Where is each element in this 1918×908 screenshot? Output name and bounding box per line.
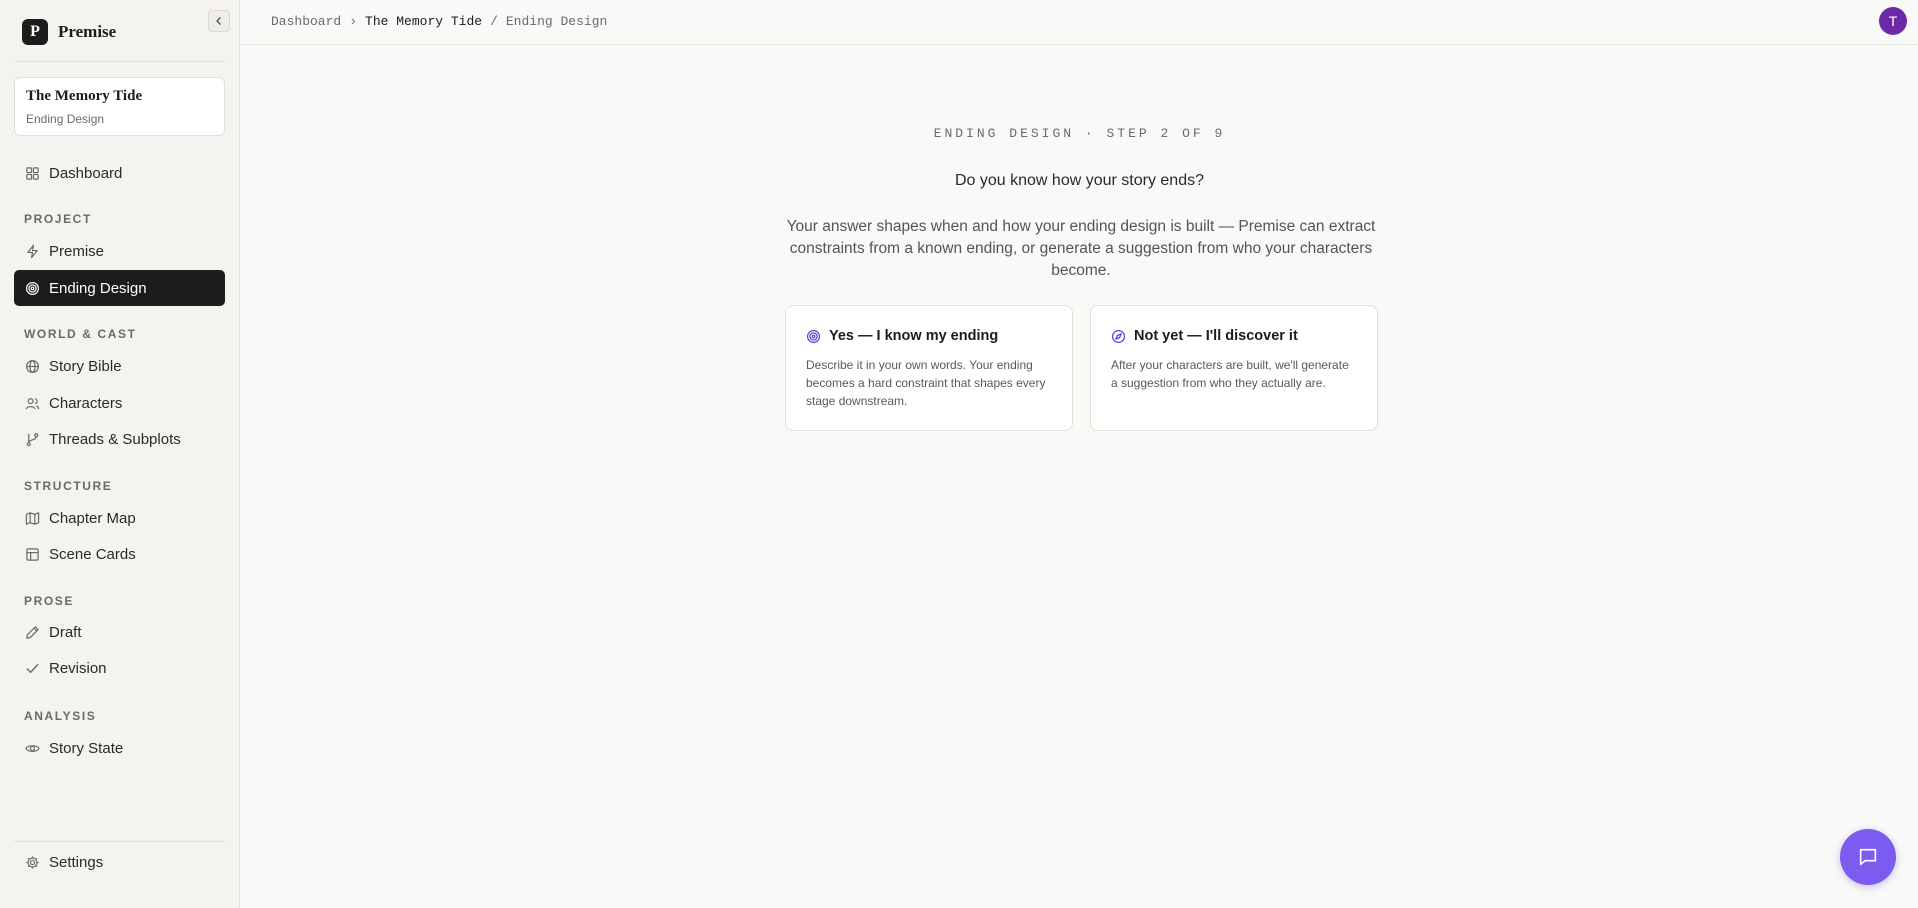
breadcrumb-separator: › (349, 14, 358, 29)
brand-name: Premise (58, 22, 117, 41)
sidebar-item-story-bible[interactable]: Story Bible (14, 348, 225, 384)
sidebar-divider (14, 61, 225, 62)
sidebar-item-label: Draft (49, 623, 82, 641)
breadcrumb-page: Ending Design (505, 14, 608, 29)
choice-discover-ending[interactable]: Not yet — I'll discover it After your ch… (1090, 305, 1378, 431)
breadcrumb: Dashboard › The Memory Tide / Ending Des… (271, 14, 607, 29)
avatar[interactable]: T (1879, 7, 1907, 35)
page-explanation: Your answer shapes when and how your end… (786, 218, 1376, 279)
collapse-sidebar-button[interactable] (208, 10, 230, 32)
section-label-analysis: ANALYSIS (24, 709, 97, 723)
git-branch-icon (24, 431, 40, 447)
sidebar-item-label: Ending Design (49, 279, 147, 297)
page-question: Do you know how your story ends? (954, 172, 1204, 189)
sidebar-item-label: Story State (49, 739, 124, 757)
map-icon (24, 510, 40, 526)
pen-icon (24, 624, 40, 640)
gear-icon (24, 854, 40, 870)
sidebar-item-premise[interactable]: Premise (14, 233, 225, 269)
sidebar-item-label: Revision (49, 659, 107, 677)
choice-title: Not yet — I'll discover it (1134, 328, 1298, 344)
target-icon (24, 280, 40, 296)
sidebar-item-draft[interactable]: Draft (14, 614, 225, 650)
chat-button[interactable] (1840, 829, 1896, 885)
sidebar-item-ending-design[interactable]: Ending Design (14, 270, 225, 306)
choice-header: Yes — I know my ending (806, 328, 1052, 344)
sidebar-item-revision[interactable]: Revision (14, 650, 225, 686)
sidebar-item-characters[interactable]: Characters (14, 385, 225, 421)
sidebar-item-label: Chapter Map (49, 509, 136, 527)
sidebar-item-label: Dashboard (49, 164, 123, 182)
project-subtitle: Ending Design (26, 112, 105, 126)
main-content: ENDING DESIGN · STEP 2 OF 9 Do you know … (241, 46, 1918, 908)
breadcrumb-separator: / (490, 14, 498, 29)
section-label-project: PROJECT (24, 212, 92, 226)
choice-know-ending[interactable]: Yes — I know my ending Describe it in yo… (785, 305, 1073, 431)
sidebar-item-label: Settings (49, 853, 104, 871)
breadcrumb-project[interactable]: The Memory Tide (365, 14, 482, 29)
section-label-structure: STRUCTURE (24, 479, 113, 493)
chat-icon (1859, 848, 1877, 866)
grid-icon (24, 165, 40, 181)
choice-description: Describe it in your own words. Your endi… (806, 358, 1046, 408)
lightning-icon (24, 243, 40, 259)
topbar: Dashboard › The Memory Tide / Ending Des… (241, 0, 1918, 45)
section-label-world-cast: WORLD & CAST (24, 327, 137, 341)
sidebar-item-label: Premise (49, 242, 105, 260)
sidebar-item-label: Characters (49, 394, 123, 412)
breadcrumb-dashboard[interactable]: Dashboard (271, 14, 341, 29)
eye-icon (24, 740, 40, 756)
choice-header: Not yet — I'll discover it (1111, 328, 1357, 344)
step-label: ENDING DESIGN · STEP 2 OF 9 (933, 126, 1226, 141)
sidebar-item-label: Threads & Subplots (49, 430, 181, 448)
brand-logo: P (22, 19, 48, 45)
choice-title: Yes — I know my ending (829, 328, 999, 344)
users-icon (24, 395, 40, 411)
project-title: The Memory Tide (26, 88, 143, 104)
sidebar-item-label: Scene Cards (49, 545, 136, 563)
project-card[interactable]: The Memory Tide Ending Design (14, 77, 225, 136)
choice-description: After your characters are built, we'll g… (1111, 358, 1349, 390)
compass-icon (1111, 329, 1126, 344)
sidebar-item-settings[interactable]: Settings (14, 844, 225, 880)
sidebar-item-label: Story Bible (49, 357, 122, 375)
sidebar-item-story-state[interactable]: Story State (14, 730, 225, 766)
target-icon (806, 329, 821, 344)
sidebar-item-threads[interactable]: Threads & Subplots (14, 421, 225, 457)
sidebar-item-dashboard[interactable]: Dashboard (14, 155, 225, 191)
brand[interactable]: P Premise (22, 19, 116, 45)
layout-icon (24, 546, 40, 562)
sidebar: P Premise The Memory Tide Ending Design … (0, 0, 240, 908)
sidebar-item-chapter-map[interactable]: Chapter Map (14, 500, 225, 536)
chevron-left-icon (216, 17, 221, 25)
sidebar-divider (14, 841, 225, 842)
check-icon (24, 660, 40, 676)
section-label-prose: PROSE (24, 594, 75, 608)
sidebar-item-scene-cards[interactable]: Scene Cards (14, 536, 225, 572)
globe-icon (24, 358, 40, 374)
